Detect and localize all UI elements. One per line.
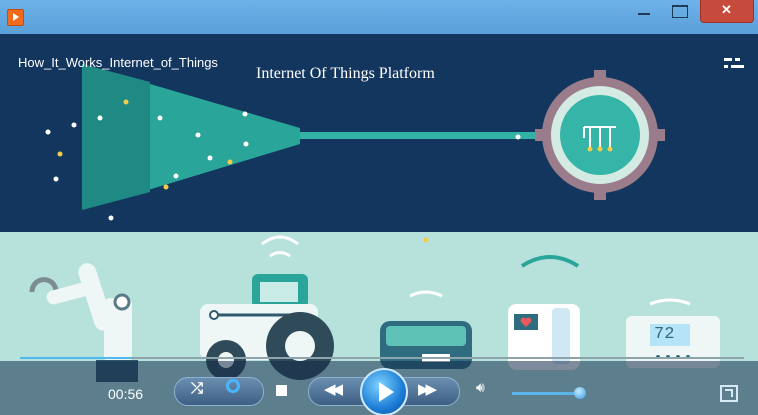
seek-bar[interactable] xyxy=(20,357,744,359)
volume-thumb[interactable] xyxy=(574,387,586,399)
switch-to-library-icon[interactable] xyxy=(720,385,738,402)
data-stream xyxy=(300,132,560,139)
smartwatch-illustration xyxy=(508,255,580,370)
seek-progress xyxy=(20,357,133,359)
media-player-window: 72 How_It_Works_Internet_of_Things Inter… xyxy=(0,0,758,415)
iot-platform-gear xyxy=(535,70,665,200)
play-button[interactable] xyxy=(360,368,408,415)
stop-button[interactable] xyxy=(276,385,287,396)
view-toggle-icon[interactable] xyxy=(724,56,746,72)
minimize-button[interactable] xyxy=(626,0,662,22)
close-button[interactable] xyxy=(700,0,754,23)
volume-slider[interactable] xyxy=(512,392,580,395)
previous-icon[interactable]: ◀◀ xyxy=(324,380,343,398)
title-bar xyxy=(0,0,758,34)
video-filename: How_It_Works_Internet_of_Things xyxy=(18,55,218,70)
volume-icon[interactable]: 🔊︎ xyxy=(476,379,485,396)
video-overlay-title: Internet Of Things Platform xyxy=(256,65,435,82)
maximize-button[interactable] xyxy=(662,0,698,22)
media-player-icon xyxy=(7,9,24,26)
next-icon[interactable]: ▶▶ xyxy=(418,380,437,398)
mode-button-group xyxy=(174,377,264,406)
current-time: 00:56 xyxy=(108,386,144,402)
shuffle-icon[interactable]: ⤮ xyxy=(191,380,203,397)
repeat-icon[interactable] xyxy=(226,379,240,393)
thermostat-readout: 72 xyxy=(654,325,675,344)
funnel-dark-band xyxy=(82,64,150,210)
